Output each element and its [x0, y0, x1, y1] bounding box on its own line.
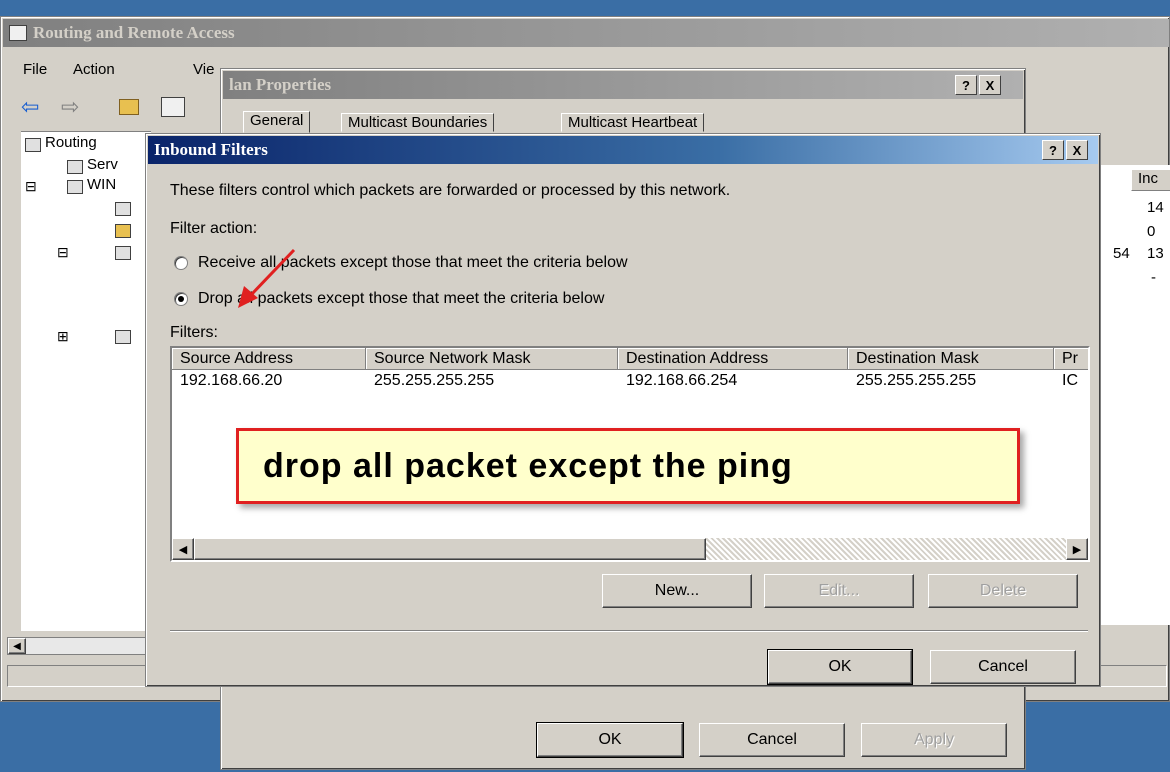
menu-file[interactable]: File — [23, 61, 47, 78]
row-destination-mask: 255.255.255.255 — [856, 372, 977, 389]
col-destination-address[interactable]: Destination Address — [618, 348, 848, 370]
menu-view[interactable]: Vie — [193, 61, 214, 78]
properties-cancel-button[interactable]: Cancel — [699, 723, 845, 757]
annotation-callout: drop all packet except the ping — [236, 428, 1020, 504]
filters-hscrollbar[interactable]: ◀ ▶ — [172, 538, 1088, 560]
server-status-icon — [67, 160, 83, 174]
computer-node-icon — [67, 180, 83, 194]
inbound-cancel-button[interactable]: Cancel — [930, 650, 1076, 684]
details-value-4: - — [1151, 269, 1156, 286]
col-protocol[interactable]: Pr — [1054, 348, 1088, 370]
dialog-separator — [170, 630, 1088, 632]
delete-filter-button: Delete — [928, 574, 1078, 608]
menu-action[interactable]: Action — [73, 61, 115, 78]
annotation-text: drop all packet except the ping — [263, 446, 793, 485]
ipx-routing-node-icon — [115, 330, 131, 344]
tree-win-label[interactable]: WIN — [87, 176, 116, 193]
col-destination-mask[interactable]: Destination Mask — [848, 348, 1054, 370]
properties-help-button[interactable]: ? — [955, 75, 977, 95]
filters-scroll-thumb[interactable] — [194, 538, 706, 560]
show-hide-tree-icon[interactable] — [161, 97, 185, 117]
mmc-app-icon — [9, 25, 27, 41]
new-filter-button[interactable]: New... — [602, 574, 752, 608]
tab-general[interactable]: General — [243, 111, 311, 133]
routing-server-icon — [25, 138, 41, 152]
details-column-header[interactable]: Inc — [1131, 169, 1170, 191]
inbound-filters-titlebar: Inbound Filters — [148, 136, 1098, 164]
col-source-network-mask[interactable]: Source Network Mask — [366, 348, 618, 370]
tree-expander-minus-icon-2[interactable]: ⊟ — [57, 244, 69, 261]
row-protocol: IC — [1062, 372, 1078, 389]
scroll-left-button[interactable]: ◀ — [8, 638, 26, 654]
details-value-3: 13 — [1147, 245, 1164, 262]
tab-multicast-heartbeat[interactable]: Multicast Heartbeat — [561, 113, 705, 132]
receive-radio[interactable] — [174, 256, 188, 270]
menu-bar: File Action Vie — [1, 61, 231, 83]
col-source-address[interactable]: Source Address — [172, 348, 366, 370]
up-folder-icon[interactable] — [119, 99, 139, 115]
filters-scroll-left-button[interactable]: ◀ — [172, 538, 194, 560]
main-titlebar: Routing and Remote Access — [3, 19, 1169, 47]
properties-title: lan Properties — [229, 75, 332, 94]
edit-filter-button: Edit... — [764, 574, 914, 608]
filters-scroll-right-button[interactable]: ▶ — [1066, 538, 1088, 560]
row-source-mask: 255.255.255.255 — [374, 372, 495, 389]
main-window-title: Routing and Remote Access — [33, 23, 235, 42]
drop-radio[interactable] — [174, 292, 188, 306]
inbound-help-button[interactable]: ? — [1042, 140, 1064, 160]
inbound-filters-title: Inbound Filters — [154, 140, 268, 159]
inbound-close-button[interactable]: X — [1066, 140, 1088, 160]
properties-titlebar: lan Properties — [223, 71, 1023, 99]
interface-node-icon — [115, 202, 131, 216]
details-value-1: 14 — [1147, 199, 1164, 216]
properties-ok-button[interactable]: OK — [536, 722, 684, 758]
details-value-2: 0 — [1147, 223, 1156, 240]
inbound-filters-dialog: Inbound Filters ? X These filters contro… — [145, 133, 1101, 687]
annotation-arrow-icon — [238, 248, 296, 308]
filters-label: Filters: — [170, 324, 218, 341]
tree-pane: Routing Serv ⊟ WIN ⊟ ⊞ — [21, 131, 151, 631]
tab-strip: General Multicast Boundaries Multicast H… — [237, 107, 797, 133]
details-value-partial: 54 — [1113, 245, 1130, 262]
filter-action-label: Filter action: — [170, 220, 258, 237]
filters-description: These filters control which packets are … — [170, 182, 731, 199]
forward-arrow-icon[interactable]: ⇨ — [61, 96, 79, 118]
properties-apply-button: Apply — [861, 723, 1007, 757]
ip-routing-node-icon — [115, 246, 131, 260]
folder-node-icon — [115, 224, 131, 238]
tree-server-status-label[interactable]: Serv — [87, 156, 118, 173]
tree-root-label[interactable]: Routing — [45, 134, 97, 151]
inbound-ok-button[interactable]: OK — [767, 649, 913, 685]
details-column-header-label: Inc — [1138, 170, 1159, 187]
properties-close-button[interactable]: X — [979, 75, 1001, 95]
tab-multicast-boundaries[interactable]: Multicast Boundaries — [341, 113, 495, 132]
tree-expander-minus-icon[interactable]: ⊟ — [25, 178, 37, 195]
row-source-address: 192.168.66.20 — [180, 372, 283, 389]
row-destination-address: 192.168.66.254 — [626, 372, 738, 389]
toolbar: ⇦ ⇨ — [21, 95, 221, 121]
tree-hscrollbar[interactable]: ◀ — [7, 637, 147, 655]
back-arrow-icon[interactable]: ⇦ — [21, 96, 39, 118]
tree-expander-plus-icon[interactable]: ⊞ — [57, 328, 69, 345]
